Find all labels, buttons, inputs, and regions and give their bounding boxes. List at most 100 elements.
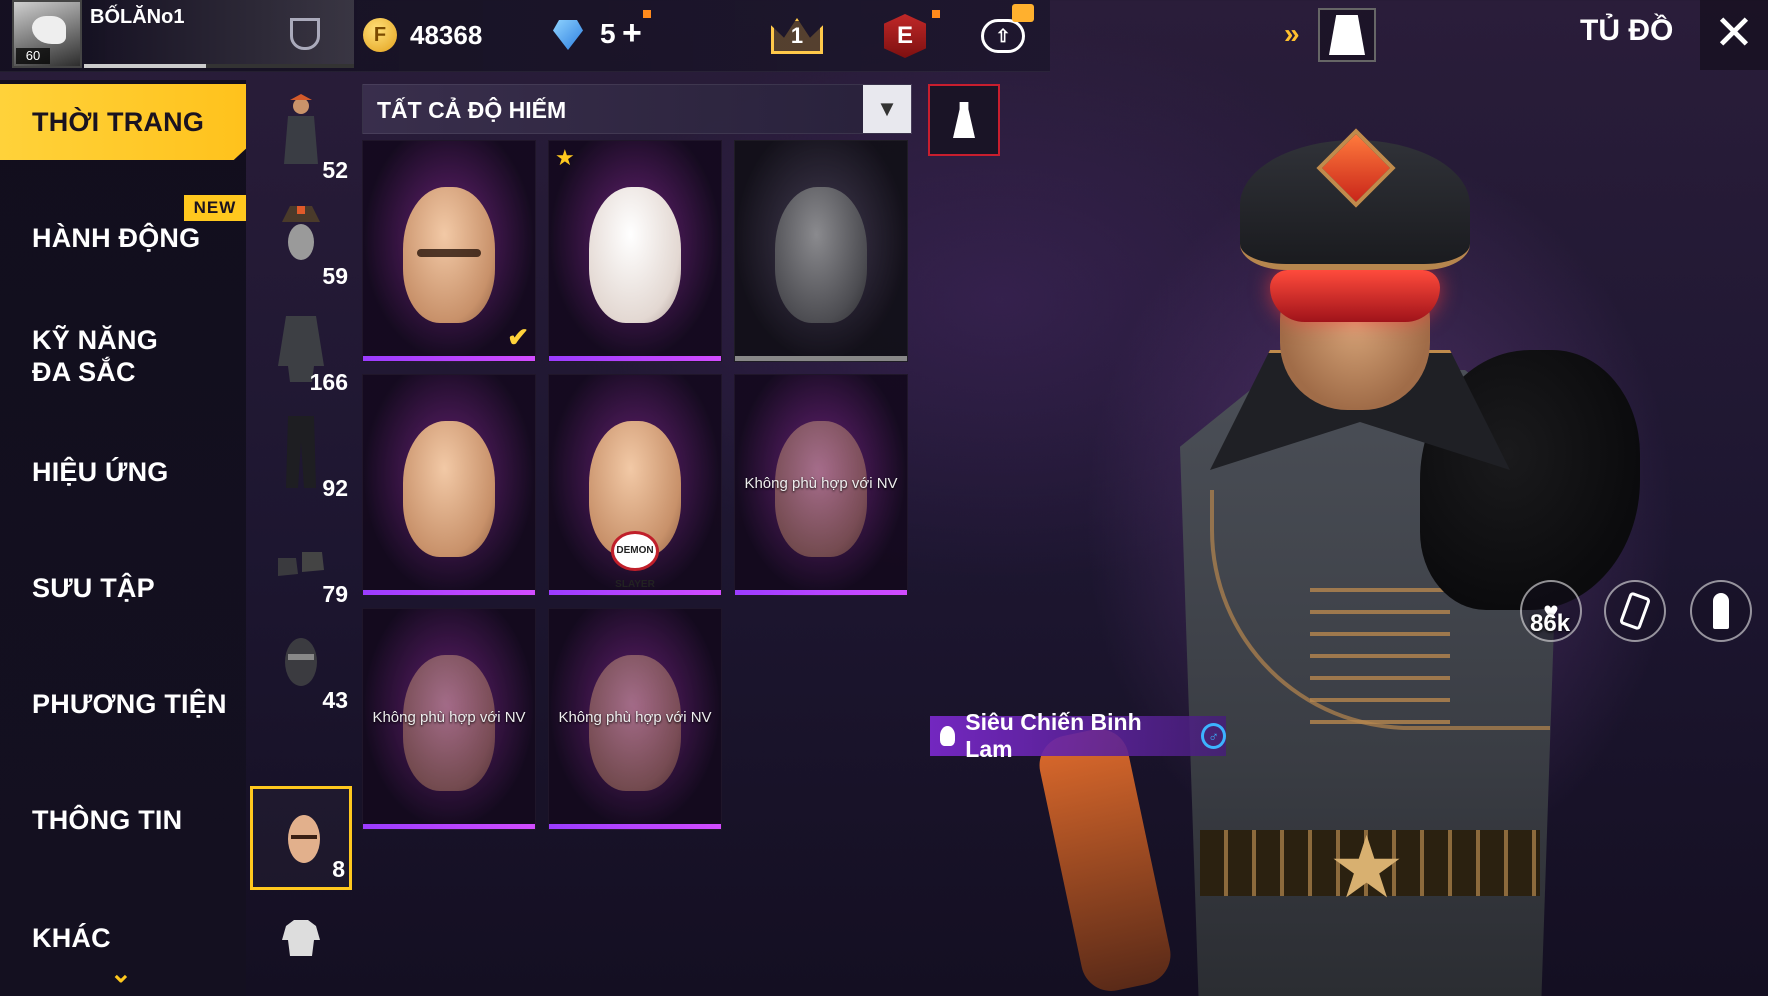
player-avatar[interactable]: 60 [12,0,82,68]
rarity-bar [549,824,721,829]
character-name: Siêu Chiến Binh Lam [965,709,1142,762]
character-model[interactable]: ★ [1033,110,1660,996]
diamond-amount: 5 [600,18,616,49]
character-swap-button[interactable] [1318,8,1376,62]
star-icon: ★ [555,145,575,170]
rarity-filter-dropdown[interactable]: TẤT CẢ ĐỘ HIẾM ▼ [362,84,912,134]
category-tops[interactable]: 166 [250,296,352,400]
character-name-tag[interactable]: Siêu Chiến Binh Lam ♂ [930,709,1226,762]
weapon-arm [1033,723,1177,996]
item-card[interactable]: ★ [548,140,722,362]
collab-emblem: DEMON SLAYER [611,531,659,590]
double-arrow-icon: » [1284,18,1300,49]
mask-icon [285,638,317,686]
shoes-icon [278,552,324,576]
category-shoes[interactable]: 79 [250,508,352,612]
category-count: 59 [322,263,348,289]
rotate-view-button[interactable] [1604,580,1666,642]
item-card[interactable]: Không phù hợp với NV [362,608,536,830]
xp-bar [84,64,354,68]
rank-shield-icon[interactable] [290,18,320,50]
item-card[interactable]: Không phù hợp với NV [548,608,722,830]
item-grid: ✔ ★ DEMON SLAYER Không phù hợp với NV Kh… [362,140,912,840]
add-diamond-button[interactable]: + [622,14,642,53]
item-card[interactable]: Không phù hợp với NV [734,374,908,596]
sidebar-item-phuong-tien[interactable]: PHƯƠNG TIỆN [0,688,246,720]
notification-dot [643,10,651,18]
category-count: 166 [309,369,348,395]
outfit-preview-button[interactable] [928,84,1000,156]
category-full-outfit[interactable]: 52 [250,84,352,188]
gift-icon [1012,4,1034,22]
category-column: 52 59 166 92 79 43 8 [250,80,356,996]
category-count: 43 [322,687,348,713]
category-count: 52 [322,157,348,183]
unsuitable-label: Không phù hợp với NV [558,709,712,726]
category-count: 79 [322,581,348,607]
male-gender-icon: ♂ [1200,723,1226,749]
like-button[interactable]: ♥ 86k [1520,580,1582,642]
item-card[interactable]: DEMON SLAYER [548,374,722,596]
crown-icon: 1 [771,18,823,54]
rarity-bar [735,590,907,595]
equipped-check-icon: ✔ [507,322,529,352]
cloud-icon: ⇧ [981,19,1025,53]
new-badge: NEW [184,195,246,221]
chevron-down-icon[interactable]: ▼ [863,85,911,133]
sidebar-item-thong-tin[interactable]: THÔNG TIN [0,804,246,836]
filter-selected-label: TẤT CẢ ĐỘ HIẾM [377,97,567,123]
face-icon [288,815,320,863]
sidebar-item-hanh-dong[interactable]: HÀNH ĐỘNG [0,222,246,254]
player-name: BỐLĂNo1 [90,6,185,28]
item-card[interactable] [734,140,908,362]
character-portrait-icon [1329,15,1365,55]
top-bar: 60 BỐLĂNo1 F 48368 5 + 1 E ⇧ [0,0,1050,72]
rarity-bar [363,590,535,595]
rarity-bar [549,590,721,595]
notification-dot [932,10,940,18]
item-card[interactable] [362,374,536,596]
shirt-icon [282,920,320,956]
sidebar-item-khac[interactable]: KHÁC [0,922,246,954]
preview-character-button[interactable] [1690,580,1752,642]
gold-amount: 48368 [410,20,483,50]
close-button[interactable]: ✕ [1700,0,1768,70]
chevron-down-icon[interactable]: ⌄ [110,958,132,989]
diamond-icon [553,20,583,50]
rarity-bar [363,356,535,361]
avatar-mask-icon [32,16,66,44]
rarity-bar [363,824,535,829]
item-card[interactable]: ✔ [362,140,536,362]
category-pants[interactable]: 92 [250,402,352,506]
sidebar-item-thoi-trang[interactable]: THỜI TRANG [0,84,246,160]
category-masks[interactable]: 43 [250,614,352,718]
like-count: 86k [1530,610,1571,637]
sidebar-item-suu-tap[interactable]: SƯU TẬP [0,572,246,604]
face-paint-preview [403,421,495,557]
category-face-paint[interactable]: 8 [250,786,352,890]
gold-coin-icon: F [363,18,397,52]
category-shirt[interactable] [250,896,352,996]
category-count: 92 [322,475,348,501]
crown-rank-button[interactable]: 1 [770,14,824,58]
pants-icon [286,416,316,488]
red-visor [1270,270,1440,322]
coat-stripes [1310,570,1450,730]
face-paint-preview [403,187,495,323]
person-eye-icon [1713,593,1729,629]
category-count: 8 [332,856,345,882]
sidebar-item-hieu-ung[interactable]: HIỆU ỨNG [0,456,246,488]
player-level: 60 [16,48,50,64]
outfit-figure-icon [284,94,318,164]
page-title: TỦ ĐỒ [1580,14,1674,47]
elite-pass-icon: E [884,14,926,58]
phone-rotate-icon [1618,591,1652,631]
unsuitable-label: Không phù hợp với NV [744,475,898,492]
mannequin-icon [953,102,975,138]
elite-pass-button[interactable]: E [878,14,932,58]
hat-icon [282,206,320,260]
category-headwear[interactable]: 59 [250,190,352,294]
sidebar-item-ky-nang-da-sac[interactable]: KỸ NĂNG ĐA SẮC [0,324,200,388]
unsuitable-label: Không phù hợp với NV [372,709,526,726]
skull-icon [940,726,956,746]
